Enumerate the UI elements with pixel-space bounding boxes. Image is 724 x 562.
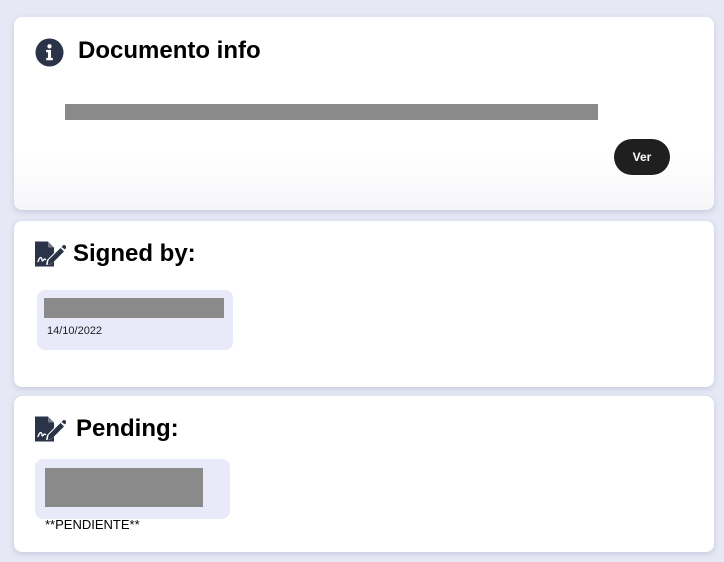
pending-signer-chip <box>35 459 230 519</box>
pending-card: Pending: **PENDIENTE** <box>14 396 714 552</box>
signed-date: 14/10/2022 <box>47 325 103 337</box>
signature-icon <box>35 241 66 267</box>
signer-chip: 14/10/2022 <box>37 290 233 350</box>
pending-title: Pending: <box>76 415 179 442</box>
view-document-button[interactable]: Ver <box>614 139 670 175</box>
redacted-signer-name <box>44 298 224 318</box>
signed-by-card: Signed by: 14/10/2022 <box>14 221 714 387</box>
pending-status: **PENDIENTE** <box>45 517 140 532</box>
redacted-pending-signer <box>45 468 203 507</box>
signature-icon <box>35 416 66 442</box>
document-info-title: Documento info <box>78 37 261 64</box>
info-icon <box>35 38 64 67</box>
document-info-card: Documento info Ver <box>14 17 714 210</box>
signed-by-title: Signed by: <box>73 240 196 267</box>
redacted-document-name <box>65 104 598 120</box>
